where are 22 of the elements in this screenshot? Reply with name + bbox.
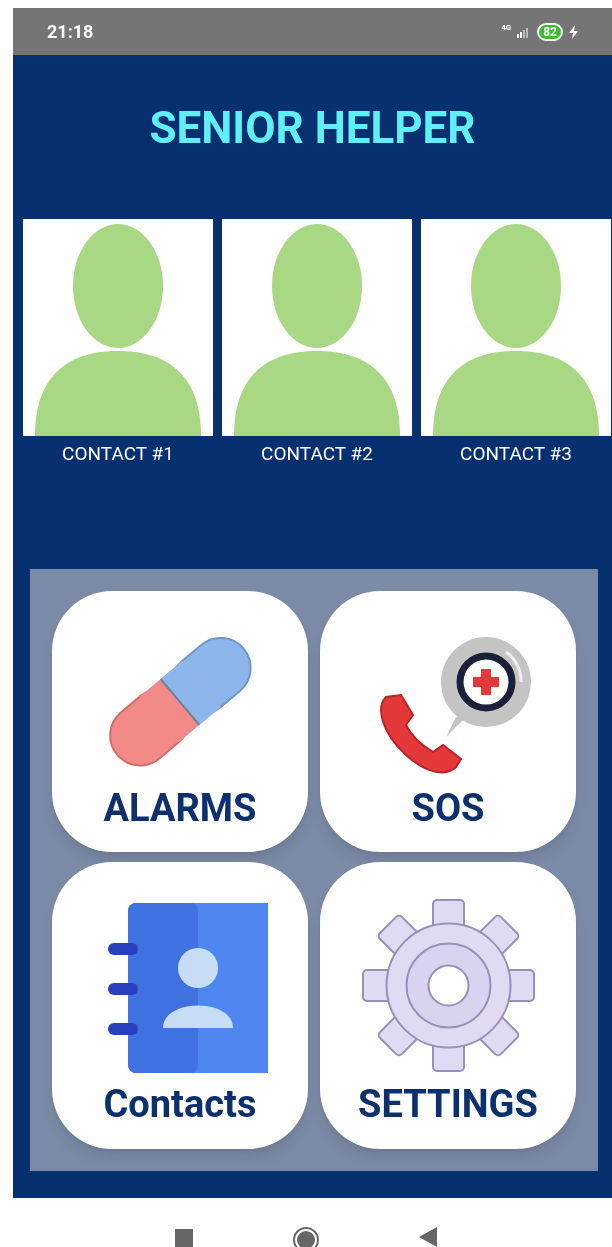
- charging-icon: [569, 24, 578, 39]
- clock: 21:18: [47, 20, 94, 44]
- contact-label: CONTACT #2: [261, 441, 373, 467]
- gear-icon: [360, 898, 536, 1073]
- menu-tile[interactable]: SOS: [320, 590, 576, 852]
- person-silhouette-icon: [33, 221, 203, 436]
- person-silhouette-icon: [431, 221, 601, 436]
- contact-photo[interactable]: [421, 219, 611, 436]
- contact-photo[interactable]: [222, 219, 412, 436]
- battery-level: 82: [537, 22, 563, 41]
- app-title: SENIOR HELPER: [148, 101, 477, 156]
- contact-label: CONTACT #1: [62, 441, 174, 467]
- recents-button[interactable]: [175, 1229, 193, 1247]
- home-button[interactable]: [293, 1227, 319, 1247]
- person-silhouette-icon: [232, 221, 402, 436]
- menu-tile[interactable]: SETTINGS: [320, 862, 576, 1149]
- contact-label: CONTACT #3: [460, 441, 572, 467]
- back-icon[interactable]: [419, 1227, 437, 1247]
- menu-tile[interactable]: ALARMS: [52, 590, 308, 852]
- menu-tile[interactable]: Contacts: [52, 862, 308, 1149]
- contact-photo[interactable]: [23, 219, 213, 436]
- network-type: 4G: [501, 23, 512, 32]
